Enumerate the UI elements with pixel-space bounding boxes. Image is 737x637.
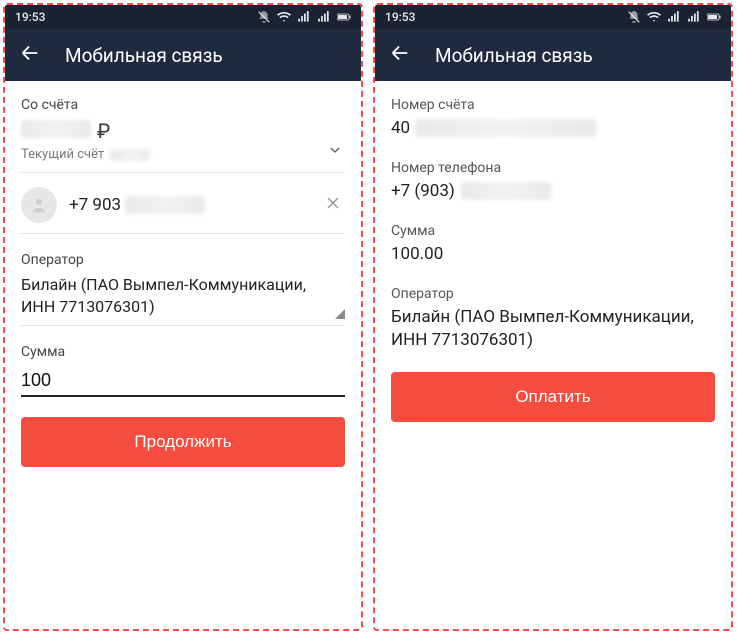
nav-bar: Мобильная связь (375, 29, 731, 81)
payment-confirm-screen: 19:53 Мобильная связь Номер счёта 40 Ном… (373, 3, 733, 631)
signal-icon (317, 10, 331, 24)
status-bar: 19:53 (375, 5, 731, 29)
payment-form-screen: 19:53 Мобильная связь Со счёта ₽ Текущий… (3, 3, 363, 631)
redacted-phone-number (461, 182, 551, 200)
account-selector[interactable]: ₽ Текущий счёт (21, 119, 345, 162)
phone-prefix: +7 (903) (391, 180, 455, 203)
phone-input-row[interactable]: +7 903 (21, 187, 345, 234)
spinner-handle-icon[interactable] (335, 309, 345, 319)
currency-symbol: ₽ (97, 119, 110, 143)
pay-button[interactable]: Оплатить (391, 372, 715, 422)
redacted-account (110, 149, 150, 161)
from-account-label: Со счёта (21, 97, 345, 113)
mute-icon (257, 10, 271, 24)
amount-field: Сумма (21, 344, 345, 397)
status-indicators (257, 10, 351, 24)
account-prefix: 40 (391, 117, 410, 140)
confirm-content: Номер счёта 40 Номер телефона +7 (903) С… (375, 81, 731, 629)
phone-field: Номер телефона +7 (903) (391, 160, 715, 203)
status-bar: 19:53 (5, 5, 361, 29)
current-account-label: Текущий счёт (21, 147, 104, 162)
page-title: Мобильная связь (435, 44, 593, 67)
phone-prefix-text: +7 903 (69, 195, 121, 215)
page-title: Мобильная связь (65, 44, 223, 67)
operator-field[interactable]: Оператор Билайн (ПАО Вымпел-Коммуникации… (21, 252, 345, 326)
amount-label: Сумма (21, 344, 345, 360)
mute-icon (627, 10, 641, 24)
redacted-balance (21, 120, 91, 138)
operator-value: Билайн (ПАО Вымпел-Коммуникации, ИНН 771… (391, 306, 715, 352)
status-indicators (627, 10, 721, 24)
phone-number-input[interactable]: +7 903 (69, 195, 309, 215)
status-time: 19:53 (385, 10, 415, 24)
back-button[interactable] (389, 42, 411, 68)
continue-button[interactable]: Продолжить (21, 417, 345, 467)
operator-value: Билайн (ПАО Вымпел-Коммуникации, ИНН 771… (21, 275, 306, 316)
amount-field: Сумма 100.00 (391, 223, 715, 266)
form-content: Со счёта ₽ Текущий счёт +7 903 (5, 81, 361, 629)
back-button[interactable] (19, 42, 41, 68)
signal-icon (667, 10, 681, 24)
signal-icon (687, 10, 701, 24)
phone-label: Номер телефона (391, 160, 715, 176)
operator-label: Оператор (21, 252, 345, 268)
status-time: 19:53 (15, 10, 45, 24)
account-field: Номер счёта 40 (391, 97, 715, 140)
operator-label: Оператор (391, 286, 715, 302)
battery-icon (337, 10, 351, 24)
amount-value: 100.00 (391, 243, 715, 266)
amount-label: Сумма (391, 223, 715, 239)
battery-icon (707, 10, 721, 24)
amount-input[interactable] (21, 366, 345, 397)
wifi-icon (647, 10, 661, 24)
redacted-phone (125, 196, 205, 214)
account-label: Номер счёта (391, 97, 715, 113)
operator-field: Оператор Билайн (ПАО Вымпел-Коммуникации… (391, 286, 715, 352)
wifi-icon (277, 10, 291, 24)
redacted-account-number (416, 119, 596, 137)
clear-icon[interactable] (321, 191, 345, 220)
divider (21, 172, 345, 173)
signal-icon (297, 10, 311, 24)
nav-bar: Мобильная связь (5, 29, 361, 81)
chevron-down-icon[interactable] (329, 141, 341, 160)
contact-avatar (21, 187, 57, 223)
